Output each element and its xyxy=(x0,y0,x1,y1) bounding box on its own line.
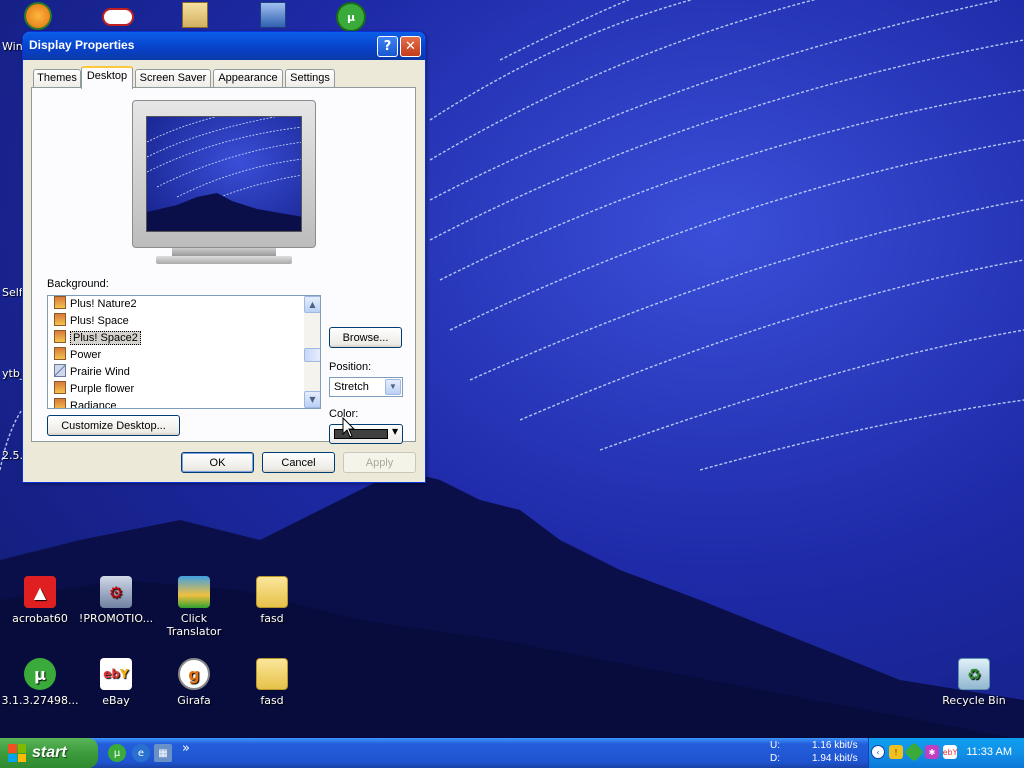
position-select[interactable]: Stretch ▼ xyxy=(329,377,403,397)
ebay-tray-icon[interactable]: ebY xyxy=(943,745,957,759)
download-speed: 1.94 kbit/s xyxy=(812,753,858,764)
cancel-button[interactable]: Cancel xyxy=(262,452,335,473)
desktop-icon-recycle-bin[interactable]: ♻ Recycle Bin xyxy=(934,658,1014,707)
background-label: Background: xyxy=(47,278,109,290)
eyes-app-icon[interactable] xyxy=(102,8,134,26)
network-icon[interactable] xyxy=(260,2,286,28)
utorrent-icon: µ xyxy=(24,658,56,690)
window-title: Display Properties xyxy=(29,38,135,52)
zip-folder-icon xyxy=(256,576,288,608)
wallpaper-preview xyxy=(146,116,302,232)
desktop-edge-label[interactable]: 2.5. xyxy=(2,449,23,462)
taskbar: start µ e ▦ » U: 1.16 kbit/s D: 1.94 kbi… xyxy=(0,738,1024,768)
list-item[interactable]: Plus! Space xyxy=(54,313,129,330)
desktop-icon-promotion[interactable]: ⚙ !PROMOTIO... xyxy=(76,576,156,625)
monitor-base xyxy=(156,256,292,264)
girafa-icon: g xyxy=(178,658,210,690)
customize-desktop-button[interactable]: Customize Desktop... xyxy=(47,415,180,436)
installer-icon: ⚙ xyxy=(100,576,132,608)
installer-icon[interactable] xyxy=(182,2,208,28)
start-button[interactable]: start xyxy=(0,738,98,768)
tab-settings[interactable]: Settings xyxy=(285,69,335,88)
list-item[interactable]: Power xyxy=(54,347,101,364)
list-item[interactable]: Prairie Wind xyxy=(54,364,130,381)
mouse-cursor-icon xyxy=(342,417,356,438)
internet-explorer-icon[interactable]: e xyxy=(132,744,150,762)
tray-expand-icon[interactable]: ‹ xyxy=(871,745,885,759)
list-item-selected[interactable]: Plus! Space2 xyxy=(54,330,141,347)
color-picker-button[interactable]: ▼ xyxy=(329,424,403,444)
image-file-icon xyxy=(54,398,66,408)
position-label: Position: xyxy=(329,361,372,373)
security-shield-icon[interactable]: ! xyxy=(889,745,903,759)
desktop-icon-fasd-folder[interactable]: fasd xyxy=(232,658,312,707)
ebay-icon: eb Y xyxy=(100,658,132,690)
image-file-icon xyxy=(54,296,66,309)
recycle-bin-icon: ♻ xyxy=(958,658,990,690)
list-item[interactable]: Purple flower xyxy=(54,381,134,398)
scroll-up-icon[interactable]: ▲ xyxy=(304,296,320,313)
browse-button[interactable]: Browse... xyxy=(329,327,402,348)
scroll-down-icon[interactable]: ▼ xyxy=(304,391,320,408)
translator-icon xyxy=(178,576,210,608)
desktop-icon-ebay[interactable]: eb Y eBay xyxy=(76,658,156,707)
tab-appearance[interactable]: Appearance xyxy=(213,69,283,88)
image-file-icon xyxy=(54,381,66,394)
scroll-thumb[interactable] xyxy=(304,348,320,362)
utorrent-icon[interactable]: µ xyxy=(336,2,366,32)
apply-button[interactable]: Apply xyxy=(343,452,416,473)
tab-screen-saver[interactable]: Screen Saver xyxy=(135,69,211,88)
image-file-icon xyxy=(54,347,66,360)
quicklaunch-chevron-icon[interactable]: » xyxy=(182,741,190,756)
windows-logo-icon xyxy=(8,744,26,762)
acrobat-icon: ▲ xyxy=(24,576,56,608)
display-properties-window: Display Properties ? ✕ Themes Desktop Sc… xyxy=(22,31,426,483)
desktop-icon-girafa[interactable]: g Girafa xyxy=(154,658,234,707)
desktop-icon-acrobat60[interactable]: ▲ acrobat60 xyxy=(0,576,80,625)
image-file-icon xyxy=(54,313,66,326)
media-player-icon[interactable] xyxy=(24,2,52,30)
download-label: D: xyxy=(770,753,780,764)
tab-themes[interactable]: Themes xyxy=(33,69,81,88)
upload-speed: 1.16 kbit/s xyxy=(812,740,858,751)
upload-label: U: xyxy=(770,740,780,751)
utorrent-quicklaunch-icon[interactable]: µ xyxy=(108,744,126,762)
chevron-down-icon: ▼ xyxy=(392,427,399,436)
desktop-tab-panel: Background: Plus! Nature2 Plus! Space Pl… xyxy=(31,87,416,444)
list-scrollbar[interactable]: ▲ ▼ xyxy=(304,296,320,408)
monitor-stand xyxy=(172,248,276,256)
folder-icon xyxy=(256,658,288,690)
close-button[interactable]: ✕ xyxy=(400,36,421,57)
list-item[interactable]: Radiance xyxy=(54,398,116,408)
background-list[interactable]: Plus! Nature2 Plus! Space Plus! Space2 P… xyxy=(47,295,321,409)
desktop-icon-click-translator[interactable]: Click Translator xyxy=(154,576,234,638)
desktop-icon-utorrent[interactable]: µ 3.1.3.27498... xyxy=(0,658,80,707)
network-status-icon[interactable] xyxy=(904,742,924,762)
ok-button[interactable]: OK xyxy=(181,452,254,473)
title-bar[interactable]: Display Properties ? ✕ xyxy=(23,32,425,60)
list-item[interactable]: Plus! Nature2 xyxy=(54,296,137,313)
image-file-icon xyxy=(54,330,66,343)
monitor-preview xyxy=(132,100,316,248)
help-button[interactable]: ? xyxy=(377,36,398,57)
app-tray-icon[interactable]: ✱ xyxy=(925,745,939,759)
desktop-icon-fasd-zip[interactable]: fasd xyxy=(232,576,312,625)
show-desktop-icon[interactable]: ▦ xyxy=(154,744,172,762)
clock[interactable]: 11:33 AM xyxy=(966,746,1012,758)
tab-desktop[interactable]: Desktop xyxy=(81,66,133,89)
system-tray: ‹ ! ✱ ebY 11:33 AM xyxy=(868,738,1024,768)
chevron-down-icon[interactable]: ▼ xyxy=(385,379,401,395)
ruler-file-icon xyxy=(54,364,66,377)
